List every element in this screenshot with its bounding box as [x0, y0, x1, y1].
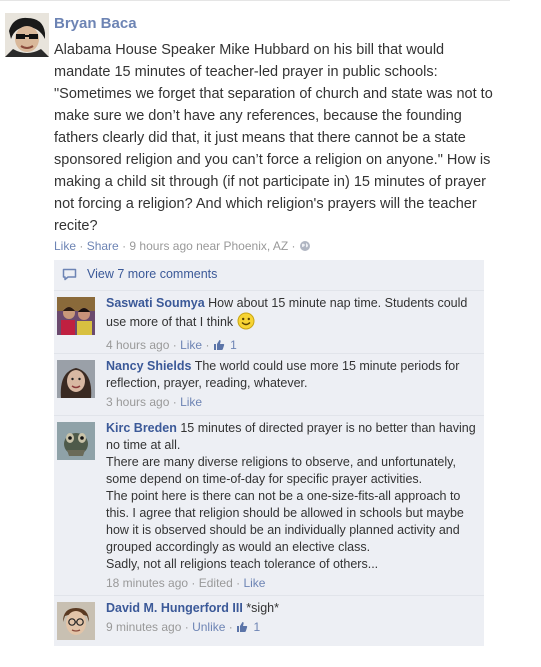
view-more-comments-link[interactable]: View 7 more comments — [87, 267, 217, 281]
comment-author-name[interactable]: Nancy Shields — [106, 359, 191, 373]
meta-separator: · — [184, 620, 189, 634]
comment-item: Nancy Shields The world could use more 1… — [54, 353, 484, 415]
post-share-link[interactable]: Share — [87, 239, 119, 253]
comment-body: Saswati Soumya How about 15 minute nap t… — [106, 295, 478, 356]
meta-separator: · — [172, 395, 177, 409]
comment-timestamp[interactable]: 4 hours ago — [106, 338, 169, 352]
comment-body: Nancy Shields The world could use more 1… — [106, 358, 478, 411]
comment-meta: 9 minutes ago · Unlike · 1 — [106, 619, 478, 638]
comment-timestamp[interactable]: 9 minutes ago — [106, 620, 181, 634]
comment-author-name[interactable]: Saswati Soumya — [106, 296, 205, 310]
comment-timestamp[interactable]: 3 hours ago — [106, 395, 169, 409]
post-body: Alabama House Speaker Mike Hubbard on hi… — [54, 42, 493, 234]
comment-item: Saswati Soumya How about 15 minute nap t… — [54, 290, 484, 353]
meta-separator: · — [79, 239, 84, 253]
comment-text-paragraph: Sadly, not all religions teach tolerance… — [106, 557, 379, 571]
comment-like-link[interactable]: Like — [243, 576, 265, 590]
comments-panel: View 7 more comments Saswati Soumya How … — [54, 259, 484, 646]
post-meta: Like · Share · 9 hours ago near Phoenix,… — [54, 239, 311, 255]
meta-separator: · — [291, 239, 296, 253]
post-timestamp[interactable]: 9 hours ago near Phoenix, AZ — [129, 239, 288, 253]
avatar[interactable] — [57, 422, 95, 460]
avatar[interactable] — [57, 297, 95, 335]
top-divider — [0, 0, 510, 1]
comment-unlike-link[interactable]: Unlike — [192, 620, 225, 634]
comment-body: David M. Hungerford III *sigh* 9 minutes… — [106, 600, 478, 638]
comment-bubble-icon — [62, 268, 77, 286]
post-author-name[interactable]: Bryan Baca — [54, 15, 137, 32]
comment-meta: 3 hours ago · Like — [106, 394, 478, 411]
post-like-link[interactable]: Like — [54, 239, 76, 253]
comment-like-link[interactable]: Like — [180, 395, 202, 409]
comment-body: Kirc Breden 15 minutes of directed praye… — [106, 420, 478, 592]
avatar[interactable] — [5, 13, 49, 57]
comment-text: *sigh* — [246, 601, 279, 615]
avatar[interactable] — [57, 602, 95, 640]
thumbs-up-icon[interactable] — [236, 621, 248, 638]
meta-separator: · — [172, 338, 177, 352]
meta-separator: · — [191, 576, 196, 590]
meta-separator: · — [205, 338, 210, 352]
comment-text-paragraph: There are many diverse religions to obse… — [106, 455, 456, 486]
avatar[interactable] — [57, 360, 95, 398]
comment-author-name[interactable]: David M. Hungerford III — [106, 601, 243, 615]
comment-timestamp[interactable]: 18 minutes ago — [106, 576, 188, 590]
comment-like-count[interactable]: 1 — [230, 338, 237, 352]
meta-separator: · — [236, 576, 241, 590]
meta-separator: · — [228, 620, 233, 634]
comment-meta: 18 minutes ago · Edited · Like — [106, 575, 478, 592]
smiley-icon — [237, 312, 255, 335]
globe-icon[interactable] — [299, 240, 311, 255]
edited-label[interactable]: Edited — [199, 576, 233, 590]
comment-like-link[interactable]: Like — [180, 338, 202, 352]
view-more-comments-row[interactable]: View 7 more comments — [54, 259, 484, 290]
comment-text-paragraph: The point here is there can not be a one… — [106, 489, 464, 554]
meta-separator: · — [122, 239, 127, 253]
comment-like-count[interactable]: 1 — [253, 620, 260, 634]
comment-item: Kirc Breden 15 minutes of directed praye… — [54, 415, 484, 595]
comment-author-name[interactable]: Kirc Breden — [106, 421, 177, 435]
comment-item: David M. Hungerford III *sigh* 9 minutes… — [54, 595, 484, 646]
